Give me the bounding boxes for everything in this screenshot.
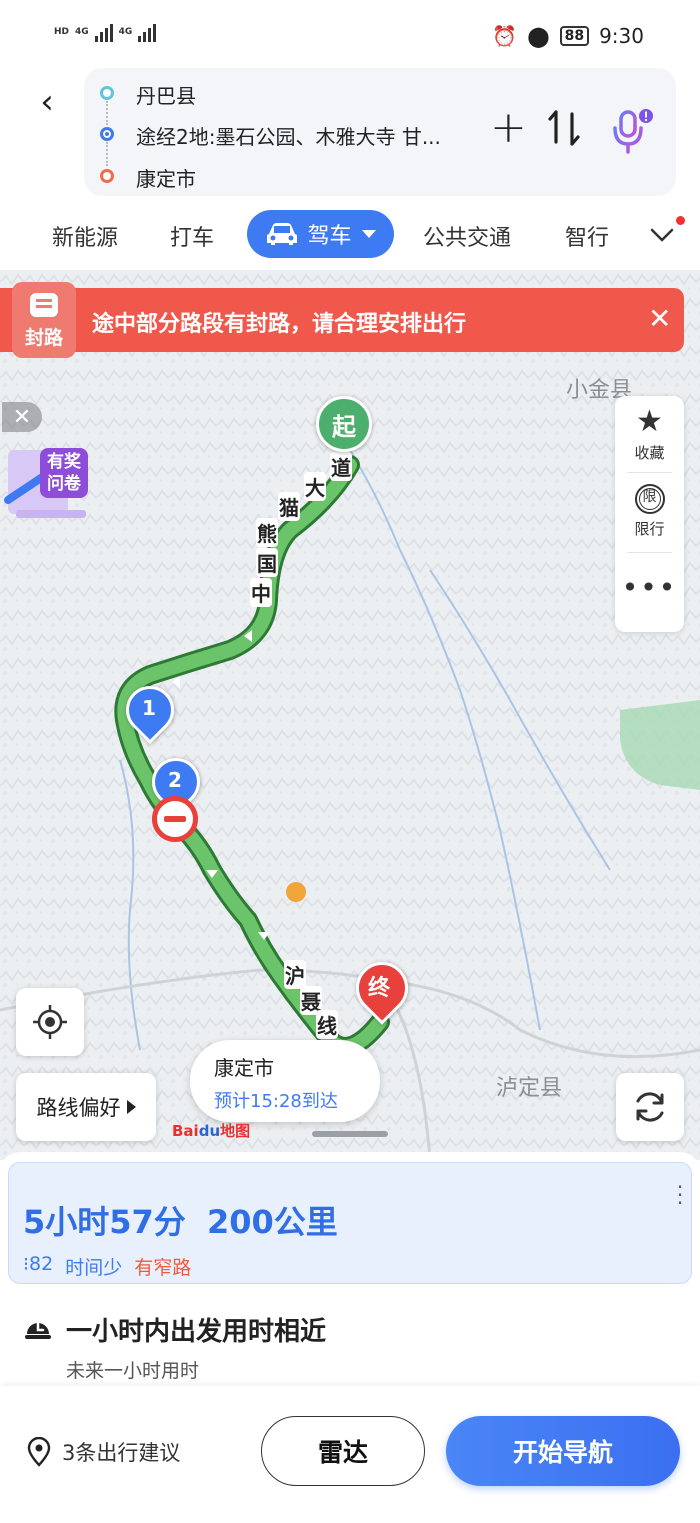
closure-badge: 封路 bbox=[12, 282, 76, 358]
traffic-lights-count: ⁝82 bbox=[23, 1253, 54, 1275]
travel-mode-tabs: 新能源 打车 驾车 公共交通 智行 bbox=[0, 206, 700, 266]
departure-hint-subtitle: 未来一小时用时 bbox=[66, 1360, 200, 1382]
radar-button[interactable]: 雷达 bbox=[261, 1416, 425, 1486]
restriction-icon: 限 bbox=[634, 484, 665, 514]
battery-level: 88 bbox=[559, 26, 590, 46]
status-right: ⏰ ⬤ 88 9:30 bbox=[492, 24, 644, 48]
tab-drive-label: 驾车 bbox=[307, 224, 352, 249]
hd-label-1: HD bbox=[54, 27, 70, 37]
signal-strength-icon-2 bbox=[138, 22, 157, 42]
route-input-panel: 丹巴县 途经2地:墨石公园、木雅大寺 甘... 康定市 + bbox=[84, 68, 676, 196]
departure-clock-icon bbox=[25, 1321, 51, 1339]
destination-name: 康定市 bbox=[214, 1056, 274, 1080]
caret-right-icon bbox=[126, 1100, 136, 1114]
end-dot-icon bbox=[100, 169, 114, 183]
end-field[interactable]: 康定市 bbox=[136, 163, 196, 192]
alarm-icon: ⏰ bbox=[492, 24, 518, 48]
tab-drive[interactable]: 驾车 bbox=[247, 210, 394, 258]
notification-dot bbox=[676, 216, 685, 225]
more-options-icon[interactable]: ••• bbox=[615, 574, 684, 602]
message-icon bbox=[30, 293, 58, 317]
location-pin-icon bbox=[27, 1437, 51, 1467]
waypoint-1-label: 1 bbox=[142, 696, 156, 720]
start-marker[interactable]: 起 bbox=[316, 396, 372, 452]
chevron-down-icon bbox=[361, 230, 376, 238]
survey-close-icon[interactable]: ✕ bbox=[2, 402, 42, 432]
refresh-icon bbox=[636, 1092, 664, 1122]
destination-eta: 预计15:28到达 bbox=[214, 1091, 338, 1112]
back-icon[interactable]: ‹ bbox=[30, 82, 64, 122]
signal-strength-icon bbox=[94, 22, 113, 42]
add-waypoint-icon[interactable]: + bbox=[490, 106, 527, 150]
tab-new-energy[interactable]: 新能源 bbox=[52, 220, 118, 252]
start-navigation-button[interactable]: 开始导航 bbox=[446, 1416, 680, 1486]
card-more-icon[interactable]: · · · bbox=[675, 1177, 685, 1213]
crosshair-icon bbox=[33, 1005, 67, 1039]
route-duration: 5小时57分 bbox=[23, 1203, 186, 1241]
destination-bubble[interactable]: 康定市 预计15:28到达 bbox=[190, 1040, 380, 1122]
road-closure-banner[interactable]: 封路 途中部分路段有封路，请合理安排出行 ✕ bbox=[0, 282, 684, 358]
waypoints-field[interactable]: 途经2地:墨石公园、木雅大寺 甘... bbox=[136, 121, 441, 150]
network-type-1: 4G bbox=[75, 27, 89, 37]
more-modes-chevron-icon[interactable] bbox=[648, 220, 676, 248]
tag-less-time: 时间少 bbox=[65, 1257, 123, 1279]
road-label-hunie: 沪 聂 线 bbox=[284, 960, 364, 1040]
waypoint-2-label: 2 bbox=[168, 768, 182, 792]
tab-transit[interactable]: 公共交通 bbox=[423, 220, 511, 252]
close-icon[interactable]: ✕ bbox=[648, 304, 671, 334]
network-indicators: HD 4G 4G bbox=[54, 22, 157, 42]
route-distance: 200公里 bbox=[207, 1203, 338, 1241]
start-field[interactable]: 丹巴县 bbox=[136, 80, 196, 109]
tag-narrow-road: 有窄路 bbox=[134, 1257, 192, 1279]
baidu-map-logo: Baidu地图 bbox=[172, 1122, 251, 1140]
sheet-drag-handle[interactable] bbox=[312, 1131, 388, 1137]
car-icon bbox=[267, 223, 298, 245]
road-closed-icon[interactable] bbox=[152, 796, 198, 842]
refresh-route-button[interactable] bbox=[616, 1073, 684, 1141]
voice-mic-icon[interactable] bbox=[610, 108, 656, 156]
route-card[interactable]: · · · 5小时57分 200公里 ⁝82 时间少 有窄路 bbox=[8, 1162, 692, 1284]
end-marker-label: 终 bbox=[368, 976, 391, 1001]
map-place-luding: 泸定县 bbox=[496, 1076, 563, 1101]
travel-suggestions-link[interactable]: 3条出行建议 bbox=[62, 1437, 180, 1467]
favorite-button[interactable]: ★ 收藏 bbox=[615, 406, 684, 463]
network-type-2: 4G bbox=[118, 27, 133, 37]
route-tags: ⁝82 时间少 有窄路 bbox=[23, 1253, 191, 1280]
restriction-button[interactable]: 限 限行 bbox=[615, 484, 684, 539]
map-view[interactable]: 小金县 泸定县 道 大 猫 熊 国 中 沪 聂 线 起 1 2 终 bbox=[0, 270, 700, 1160]
status-bar: HD 4G 4G ⏰ ⬤ 88 9:30 bbox=[0, 0, 700, 70]
route-preference-button[interactable]: 路线偏好 bbox=[16, 1073, 156, 1141]
locate-me-button[interactable] bbox=[16, 988, 84, 1056]
swap-icon[interactable] bbox=[546, 108, 582, 148]
closure-message: 途中部分路段有封路，请合理安排出行 bbox=[92, 312, 467, 337]
map-side-panel: ★ 收藏 限 限行 ••• bbox=[615, 396, 684, 632]
star-icon: ★ bbox=[636, 404, 663, 439]
departure-hint-title: 一小时内出发用时相近 bbox=[66, 1317, 327, 1347]
location-icon: ⬤ bbox=[527, 24, 550, 48]
waypoint-dot-icon bbox=[100, 127, 114, 141]
time: 9:30 bbox=[599, 24, 644, 48]
survey-label[interactable]: 有奖问卷 bbox=[40, 448, 88, 498]
tab-smart[interactable]: 智行 bbox=[565, 220, 609, 252]
start-dot-icon bbox=[100, 86, 114, 100]
tab-taxi[interactable]: 打车 bbox=[170, 220, 214, 252]
